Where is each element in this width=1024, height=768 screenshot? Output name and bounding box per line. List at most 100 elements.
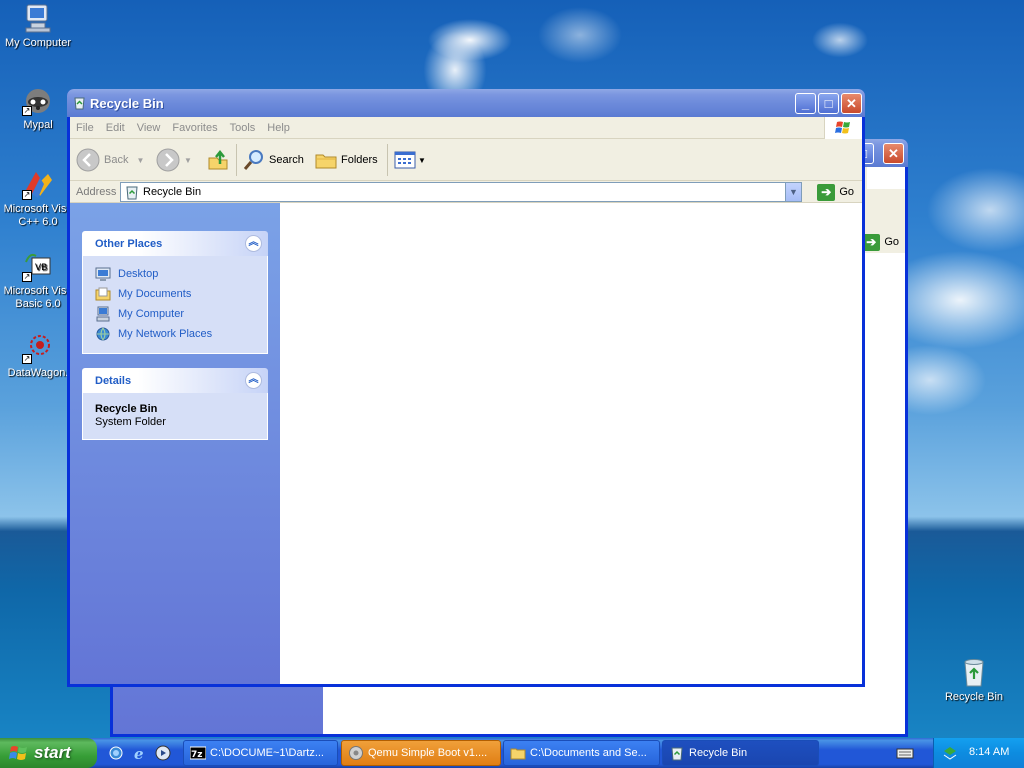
desktop-icon-datawagon[interactable]: ↗ DataWagon. bbox=[0, 332, 76, 380]
recycle-bin-icon bbox=[72, 95, 87, 110]
link-desktop[interactable]: Desktop bbox=[95, 264, 267, 284]
minimize-button[interactable]: _ bbox=[795, 93, 816, 114]
desktop-icon-label: Mypal bbox=[23, 119, 53, 131]
link-my-network-places[interactable]: My Network Places bbox=[95, 324, 267, 344]
visual-cpp-icon: ↗ bbox=[22, 168, 54, 200]
other-places-header[interactable]: Other Places ︽ bbox=[82, 231, 268, 256]
shortcut-arrow-icon: ↗ bbox=[22, 272, 32, 282]
desktop-icon-label: Recycle Bin bbox=[944, 691, 1004, 703]
task-button-7zip[interactable]: 7z C:\DOCUME~1\Dartz... bbox=[183, 740, 338, 766]
link-my-computer[interactable]: My Computer bbox=[95, 304, 267, 324]
details-header[interactable]: Details ︽ bbox=[82, 368, 268, 393]
menu-file[interactable]: File bbox=[70, 117, 100, 134]
desktop-icon-visual-cpp[interactable]: ↗ Microsoft Visu C++ 6.0 bbox=[0, 168, 76, 229]
collapse-chevron-icon[interactable]: ︽ bbox=[245, 372, 262, 389]
desktop-icon bbox=[95, 267, 111, 281]
desktop-icon-label: Microsoft Visu C++ 6.0 bbox=[3, 203, 73, 228]
details-panel: Details ︽ Recycle Bin System Folder bbox=[82, 368, 268, 440]
7zip-icon: 7z bbox=[189, 745, 207, 761]
desktop-icon-label: DataWagon. bbox=[7, 367, 69, 379]
tray-network-icon[interactable] bbox=[942, 745, 958, 761]
menu-tools[interactable]: Tools bbox=[224, 117, 262, 134]
close-button[interactable]: ✕ bbox=[841, 93, 862, 114]
recycle-bin-icon bbox=[124, 184, 140, 200]
raccoon-icon: ↗ bbox=[22, 84, 54, 116]
start-button[interactable]: start bbox=[0, 738, 97, 768]
menu-view[interactable]: View bbox=[131, 117, 167, 134]
background-close-button[interactable]: ✕ bbox=[883, 143, 904, 164]
back-button[interactable]: Back ▼ bbox=[76, 147, 144, 173]
views-button[interactable]: ▼ bbox=[393, 147, 426, 173]
details-body: Recycle Bin System Folder bbox=[82, 393, 268, 440]
task-label: C:\DOCUME~1\Dartz... bbox=[210, 747, 324, 759]
other-places-title: Other Places bbox=[95, 238, 163, 250]
keyboard-icon[interactable] bbox=[896, 746, 914, 760]
go-button[interactable]: ➔ Go bbox=[817, 183, 854, 201]
link-my-documents[interactable]: My Documents bbox=[95, 284, 267, 304]
folders-icon bbox=[315, 154, 337, 169]
chevron-down-icon[interactable]: ▼ bbox=[136, 156, 144, 165]
desktop: My Computer ↗ Mypal ↗ Microsoft Visu C++… bbox=[0, 0, 1024, 738]
windows-logo-icon bbox=[824, 117, 862, 139]
recycle-bin-window[interactable]: Recycle Bin _ □ ✕ File Edit View Favorites T… bbox=[67, 89, 865, 687]
maximize-button[interactable]: □ bbox=[818, 93, 839, 114]
go-arrow-icon: ➔ bbox=[862, 233, 881, 251]
datawagon-icon: ↗ bbox=[22, 332, 54, 364]
quicklaunch-internet-explorer-icon[interactable]: e bbox=[132, 745, 148, 763]
forward-button[interactable]: ▼ bbox=[156, 147, 192, 173]
desktop-icon-visual-basic[interactable]: VB ↗ Microsoft Visu Basic 6.0 bbox=[0, 250, 76, 311]
search-button[interactable]: Search bbox=[242, 147, 304, 173]
task-label: Qemu Simple Boot v1.... bbox=[368, 747, 488, 759]
svg-text:VB: VB bbox=[35, 263, 47, 273]
desktop-icon-mypal[interactable]: ↗ Mypal bbox=[0, 84, 76, 132]
window-body: File Edit View Favorites Tools Help Back ▼ ▼ bbox=[70, 117, 862, 684]
go-arrow-icon: ➔ bbox=[817, 183, 836, 201]
link-my-computer-label: My Computer bbox=[118, 308, 185, 320]
computer-icon bbox=[22, 2, 54, 34]
folders-label: Folders bbox=[341, 154, 378, 166]
menu-edit[interactable]: Edit bbox=[100, 117, 131, 134]
shortcut-arrow-icon: ↗ bbox=[22, 106, 32, 116]
collapse-chevron-icon[interactable]: ︽ bbox=[245, 235, 262, 252]
svg-text:7z: 7z bbox=[191, 750, 203, 760]
task-label: C:\Documents and Se... bbox=[530, 747, 647, 759]
chevron-down-icon[interactable]: ▼ bbox=[184, 156, 192, 165]
desktop-icon-recycle-bin[interactable]: Recycle Bin bbox=[936, 656, 1012, 704]
link-my-network-places-label: My Network Places bbox=[118, 328, 213, 340]
svg-text:e: e bbox=[134, 745, 144, 761]
link-desktop-label: Desktop bbox=[118, 268, 159, 280]
address-input[interactable]: Recycle Bin ▼ bbox=[120, 182, 802, 202]
desktop-icon-label: Microsoft Visu Basic 6.0 bbox=[3, 285, 73, 310]
clock[interactable]: 8:14 AM bbox=[969, 746, 1009, 758]
chevron-down-icon[interactable]: ▼ bbox=[418, 156, 426, 165]
task-pane: Other Places ︽ Desktop My Documents My C… bbox=[70, 203, 280, 684]
address-dropdown-icon[interactable]: ▼ bbox=[785, 183, 801, 201]
background-go-button[interactable]: ➔ Go bbox=[862, 233, 899, 251]
up-folder-button[interactable] bbox=[206, 147, 230, 173]
system-tray: 8:14 AM bbox=[933, 738, 1024, 768]
search-label: Search bbox=[269, 154, 304, 166]
windows-logo-icon bbox=[9, 744, 29, 762]
task-button-explorer-documents[interactable]: C:\Documents and Se... bbox=[503, 740, 660, 766]
menu-favorites[interactable]: Favorites bbox=[166, 117, 223, 134]
desktop-icon-my-computer[interactable]: My Computer bbox=[0, 2, 76, 50]
recycle-bin-icon bbox=[669, 745, 685, 761]
menu-help[interactable]: Help bbox=[261, 117, 296, 134]
window-title: Recycle Bin bbox=[90, 96, 164, 111]
task-button-recycle-bin[interactable]: Recycle Bin bbox=[662, 740, 819, 766]
task-label: Recycle Bin bbox=[689, 747, 748, 759]
file-list-area[interactable] bbox=[280, 203, 862, 684]
computer-icon bbox=[96, 306, 110, 322]
details-name: Recycle Bin bbox=[95, 403, 158, 415]
address-value: Recycle Bin bbox=[143, 186, 202, 198]
quicklaunch-media-player-icon[interactable] bbox=[155, 745, 171, 761]
recycle-bin-icon bbox=[958, 656, 990, 688]
network-places-icon bbox=[96, 327, 110, 341]
folders-button[interactable]: Folders bbox=[314, 147, 378, 173]
quicklaunch-show-desktop-icon[interactable] bbox=[108, 745, 124, 761]
task-button-qemu[interactable]: Qemu Simple Boot v1.... bbox=[341, 740, 501, 766]
window-titlebar[interactable]: Recycle Bin _ □ ✕ bbox=[67, 89, 865, 117]
background-go-label: Go bbox=[884, 236, 899, 248]
shortcut-arrow-icon: ↗ bbox=[22, 354, 32, 364]
desktop-icon-label: My Computer bbox=[4, 37, 72, 49]
